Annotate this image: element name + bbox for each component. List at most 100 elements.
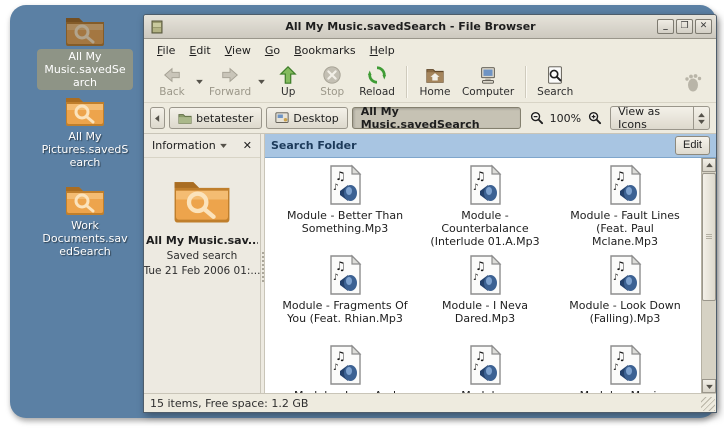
view-mode-select[interactable]: View as Icons — [610, 106, 710, 130]
saved-search-folder-icon-large — [170, 172, 234, 224]
search-label: Search — [537, 86, 573, 98]
desktop-icon-work-documents[interactable]: Work Documents.savedSearch — [35, 180, 135, 259]
vertical-scrollbar[interactable] — [701, 158, 716, 393]
view-mode-label: View as Icons — [611, 105, 693, 131]
computer-icon — [477, 65, 499, 85]
home-button[interactable]: Home — [413, 62, 457, 102]
screen: All My Music.savedSearch All My Pictures… — [0, 0, 724, 430]
home-icon — [424, 65, 446, 85]
back-label: Back — [159, 86, 185, 98]
up-label: Up — [281, 86, 295, 98]
search-icon — [544, 65, 566, 85]
maximize-button[interactable]: ❒ — [676, 19, 693, 34]
close-button[interactable]: ✕ — [695, 19, 712, 34]
audio-file-icon — [327, 344, 363, 386]
scroll-down-button[interactable] — [702, 379, 716, 393]
forward-history-dropdown[interactable] — [256, 62, 266, 102]
reload-button[interactable]: Reload — [354, 62, 400, 102]
file-item[interactable]: Module - Love And — [275, 344, 415, 393]
file-item[interactable]: Module - I Neva Dared.Mp3 — [415, 254, 555, 344]
menu-go[interactable]: Go — [258, 41, 287, 60]
file-item[interactable]: Module - Fault Lines (Feat. Paul Mclane.… — [555, 164, 695, 254]
chevron-up-icon — [698, 113, 705, 118]
menu-help[interactable]: Help — [363, 41, 402, 60]
audio-file-icon — [327, 254, 363, 296]
menu-file[interactable]: File — [150, 41, 182, 60]
stop-button[interactable]: Stop — [310, 62, 354, 102]
path-home-label: betatester — [196, 112, 253, 125]
desktop-icon-all-my-pictures[interactable]: All My Pictures.savedSearch — [35, 91, 135, 170]
chevron-down-icon — [698, 119, 705, 124]
minimize-button[interactable]: _ — [657, 19, 674, 34]
sidebar-folder-name: All My Music.sav... — [146, 234, 258, 247]
forward-icon — [219, 65, 241, 85]
zoom-in-icon[interactable] — [587, 110, 602, 126]
menu-view[interactable]: View — [218, 41, 258, 60]
scrollbar-thumb[interactable] — [702, 173, 716, 301]
home-label: Home — [419, 86, 450, 98]
path-button-current[interactable]: All My Music.savedSearch — [352, 107, 521, 129]
file-item[interactable]: Module - — [415, 344, 555, 393]
up-icon — [277, 65, 299, 85]
scrollbar-trough[interactable] — [702, 301, 716, 379]
file-browser-window: All My Music.savedSearch - File Browser … — [143, 14, 717, 413]
menu-edit[interactable]: Edit — [182, 41, 217, 60]
computer-button[interactable]: Computer — [457, 62, 519, 102]
edit-search-button[interactable]: Edit — [675, 136, 710, 155]
toolbar-separator — [406, 66, 407, 98]
audio-file-icon — [607, 344, 643, 386]
file-item[interactable]: Module - Moving — [555, 344, 695, 393]
chevron-left-icon — [155, 115, 160, 122]
sidebar-close-button[interactable]: ✕ — [239, 139, 256, 152]
toolbar-separator — [525, 66, 526, 98]
file-label: Module - I Neva Dared.Mp3 — [422, 299, 548, 325]
search-folder-title: Search Folder — [271, 139, 675, 152]
desktop[interactable]: All My Music.savedSearch All My Pictures… — [10, 5, 716, 418]
saved-search-folder-icon — [63, 11, 107, 47]
menubar: File Edit View Go Bookmarks Help — [144, 39, 716, 61]
back-history-dropdown[interactable] — [194, 62, 204, 102]
resize-grip[interactable] — [701, 397, 715, 411]
back-button[interactable]: Back — [150, 62, 194, 102]
menu-bookmarks[interactable]: Bookmarks — [287, 41, 362, 60]
file-item[interactable]: Module - Look Down (Falling).Mp3 — [555, 254, 695, 344]
forward-button[interactable]: Forward — [204, 62, 256, 102]
content-pane: Search Folder Edit Module - Better Than … — [265, 134, 716, 393]
sidebar-panel-selector[interactable]: Information — [148, 137, 239, 154]
file-item[interactable]: Module - Fragments Of You (Feat. Rhian.M… — [275, 254, 415, 344]
path-scroll-left-button[interactable] — [150, 107, 165, 129]
gnome-throbber-icon — [682, 71, 704, 93]
reload-label: Reload — [359, 86, 395, 98]
window-title: All My Music.savedSearch - File Browser — [164, 20, 657, 33]
desktop-icon-label: Work Documents.savedSearch — [37, 218, 133, 259]
file-item[interactable]: Module - Counterbalance (Interlude 01.A.… — [415, 164, 555, 254]
sidebar-splitter[interactable] — [261, 134, 265, 393]
window-icon — [150, 20, 164, 34]
path-button-home[interactable]: betatester — [169, 107, 262, 129]
saved-search-folder-icon — [63, 180, 107, 216]
folder-icon — [178, 111, 192, 125]
file-icon-view[interactable]: Module - Better Than Something.Mp3 Modul… — [265, 158, 701, 393]
file-label: Module - Fault Lines (Feat. Paul Mclane.… — [562, 209, 688, 248]
toolbar: Back Forward Up Stop — [144, 61, 716, 103]
zoom-out-icon[interactable] — [529, 110, 544, 126]
stop-icon — [321, 65, 343, 85]
statusbar: 15 items, Free space: 1.2 GB — [144, 393, 716, 412]
desktop-icon-all-my-music[interactable]: All My Music.savedSearch — [35, 11, 135, 90]
search-folder-header: Search Folder Edit — [265, 134, 716, 158]
scroll-up-button[interactable] — [702, 158, 716, 172]
audio-file-icon — [607, 254, 643, 296]
up-button[interactable]: Up — [266, 62, 310, 102]
chevron-down-icon — [258, 79, 265, 84]
titlebar[interactable]: All My Music.savedSearch - File Browser … — [144, 15, 716, 39]
view-mode-spinner — [693, 107, 709, 129]
chevron-down-icon — [220, 143, 227, 148]
file-item[interactable]: Module - Better Than Something.Mp3 — [275, 164, 415, 254]
sidebar-folder-date: Tue 21 Feb 2006 01:... — [144, 265, 261, 277]
path-button-desktop[interactable]: Desktop — [266, 107, 347, 129]
chevron-down-icon — [196, 79, 203, 84]
search-button[interactable]: Search — [532, 62, 578, 102]
audio-file-icon — [467, 344, 503, 386]
file-label: Module - Fragments Of You (Feat. Rhian.M… — [282, 299, 408, 325]
desktop-icon-label: All My Pictures.savedSearch — [37, 129, 133, 170]
